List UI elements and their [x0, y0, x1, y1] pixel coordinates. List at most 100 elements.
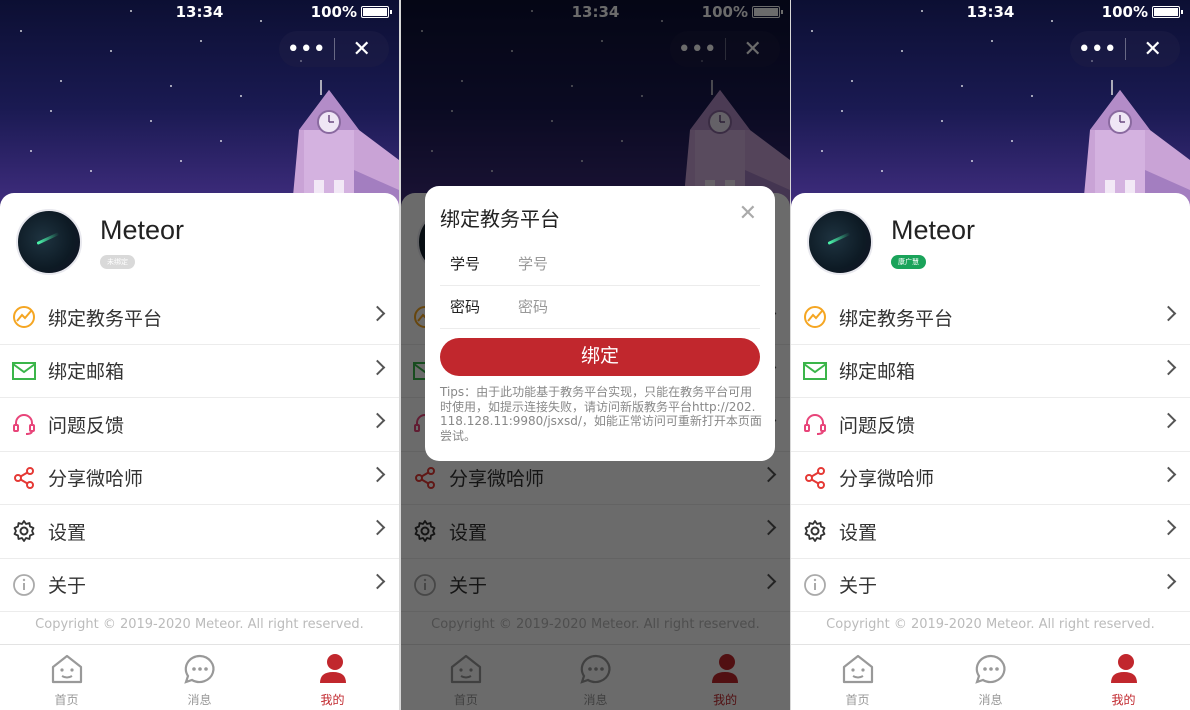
tab-label: 首页 — [54, 693, 79, 707]
more-menu-icon[interactable]: ••• — [279, 31, 334, 67]
copyright-text: Copyright © 2019-2020 Meteor. All right … — [35, 617, 364, 632]
close-icon[interactable]: ✕ — [739, 201, 757, 226]
menu-item-label: 设置 — [839, 521, 878, 544]
info-icon — [803, 573, 827, 597]
mail-icon — [12, 359, 36, 383]
star — [901, 50, 903, 52]
star — [60, 80, 62, 82]
tab-item[interactable]: 首页 — [0, 645, 133, 710]
menu-item-label: 绑定邮箱 — [48, 361, 125, 384]
menu-item-label: 绑定教务平台 — [48, 307, 163, 330]
chevron-right-icon — [1160, 466, 1177, 482]
gear-icon — [12, 519, 36, 543]
menu-item[interactable]: 绑定邮箱 — [791, 345, 1190, 398]
phone-screen-after-binding: 13:34 100% ••• ✕ Meteor 康广慧 绑定教务平台 绑定邮箱 问题… — [791, 0, 1190, 710]
chat-bubble-icon — [183, 653, 217, 689]
tab-label: 消息 — [978, 693, 1003, 707]
info-icon — [12, 573, 36, 597]
phone-screen-binding-dialog: 13:34 100% ••• ✕ Meteor 未绑定 绑定教务平台绑定邮箱问题… — [401, 0, 790, 710]
tab-label: 消息 — [187, 693, 212, 707]
star — [20, 30, 22, 32]
menu-item[interactable]: 关于 — [791, 559, 1190, 612]
stage: 13:34 100% ••• ✕ Meteor 未绑定 绑定教务平台 绑定邮箱 问题… — [0, 0, 1190, 710]
profile-card: Meteor 未绑定 绑定教务平台绑定邮箱问题反馈分享微哈师设置关于 Copyr… — [0, 193, 399, 710]
mail-icon — [803, 359, 827, 383]
user-icon — [318, 653, 348, 689]
menu-item[interactable]: 分享微哈师 — [0, 452, 399, 505]
tips-text: Tips：由于此功能基于教务平台实现，只能在教务平台可用时使用，如提示连接失败，… — [440, 385, 762, 443]
phone-screen-before-binding: 13:34 100% ••• ✕ Meteor 未绑定 绑定教务平台 绑定邮箱 问题… — [0, 0, 399, 710]
menu-item-label: 设置 — [48, 521, 87, 544]
star — [851, 80, 853, 82]
status-bar: 13:34 100% — [791, 3, 1190, 25]
tab-item[interactable]: 我的 — [266, 645, 399, 710]
home-face-icon — [50, 653, 84, 689]
menu-item-label: 关于 — [839, 575, 878, 598]
tab-item[interactable]: 消息 — [924, 645, 1057, 710]
star — [170, 85, 172, 87]
battery-icon — [1152, 6, 1183, 18]
close-icon[interactable]: ✕ — [1125, 31, 1180, 67]
star — [180, 160, 182, 162]
student-id-input[interactable] — [518, 254, 738, 273]
menu-list: 绑定教务平台绑定邮箱问题反馈分享微哈师设置关于 — [0, 291, 399, 612]
menu-item-label: 分享微哈师 — [839, 468, 935, 491]
headset-icon — [12, 412, 36, 436]
menu-item[interactable]: 分享微哈师 — [791, 452, 1190, 505]
chevron-right-icon — [369, 305, 386, 322]
status-bar: 13:34 100% — [0, 3, 399, 25]
chart-circle-icon — [12, 305, 36, 329]
tab-item[interactable]: 消息 — [133, 645, 266, 710]
star — [220, 140, 222, 142]
star — [821, 150, 823, 152]
menu-item[interactable]: 绑定邮箱 — [0, 345, 399, 398]
chevron-right-icon — [1160, 519, 1177, 536]
menu-item[interactable]: 问题反馈 — [0, 398, 399, 452]
star — [881, 170, 883, 172]
star — [200, 40, 202, 42]
tab-label: 首页 — [845, 693, 870, 707]
menu-item[interactable]: 绑定教务平台 — [791, 291, 1190, 345]
menu-item-label: 问题反馈 — [48, 414, 125, 437]
student-id-row: 学号 — [440, 242, 760, 286]
bind-button[interactable]: 绑定 — [440, 338, 760, 376]
home-face-icon — [841, 653, 875, 689]
tab-item[interactable]: 首页 — [791, 645, 924, 710]
dialog-title: 绑定教务平台 — [440, 207, 560, 231]
chevron-right-icon — [1160, 359, 1177, 375]
avatar[interactable] — [16, 209, 82, 275]
chevron-right-icon — [1160, 305, 1177, 322]
battery-indicator: 100% — [1101, 3, 1183, 21]
menu-item[interactable]: 问题反馈 — [791, 398, 1190, 452]
password-row: 密码 — [440, 285, 760, 329]
tab-item[interactable]: 我的 — [1057, 645, 1190, 710]
star — [1031, 95, 1033, 97]
menu-item[interactable]: 绑定教务平台 — [0, 291, 399, 345]
chevron-right-icon — [369, 519, 386, 536]
password-input[interactable] — [518, 297, 738, 316]
star — [110, 50, 112, 52]
menu-item-label: 绑定教务平台 — [839, 307, 954, 330]
chevron-right-icon — [369, 573, 386, 589]
bind-dialog: 绑定教务平台 ✕ 学号 密码 绑定 Tips：由于此功能基于教务平台实现，只能在… — [425, 186, 775, 461]
menu-item-label: 分享微哈师 — [48, 468, 144, 491]
battery-percent: 100% — [1101, 3, 1148, 21]
avatar[interactable] — [807, 209, 873, 275]
star — [240, 95, 242, 97]
student-id-label: 学号 — [450, 255, 481, 273]
chevron-right-icon — [369, 412, 386, 429]
more-menu-icon[interactable]: ••• — [1070, 31, 1125, 67]
gear-icon — [803, 519, 827, 543]
star — [150, 120, 152, 122]
battery-icon — [361, 6, 392, 18]
menu-item[interactable]: 关于 — [0, 559, 399, 612]
copyright-text: Copyright © 2019-2020 Meteor. All right … — [826, 617, 1155, 632]
star — [811, 30, 813, 32]
menu-item[interactable]: 设置 — [0, 505, 399, 559]
menu-item[interactable]: 设置 — [791, 505, 1190, 559]
chevron-right-icon — [1160, 573, 1177, 589]
user-name: Meteor — [891, 215, 976, 245]
tab-bar: 首页 消息 我的 — [791, 644, 1190, 710]
star — [841, 110, 843, 112]
close-icon[interactable]: ✕ — [334, 31, 389, 67]
